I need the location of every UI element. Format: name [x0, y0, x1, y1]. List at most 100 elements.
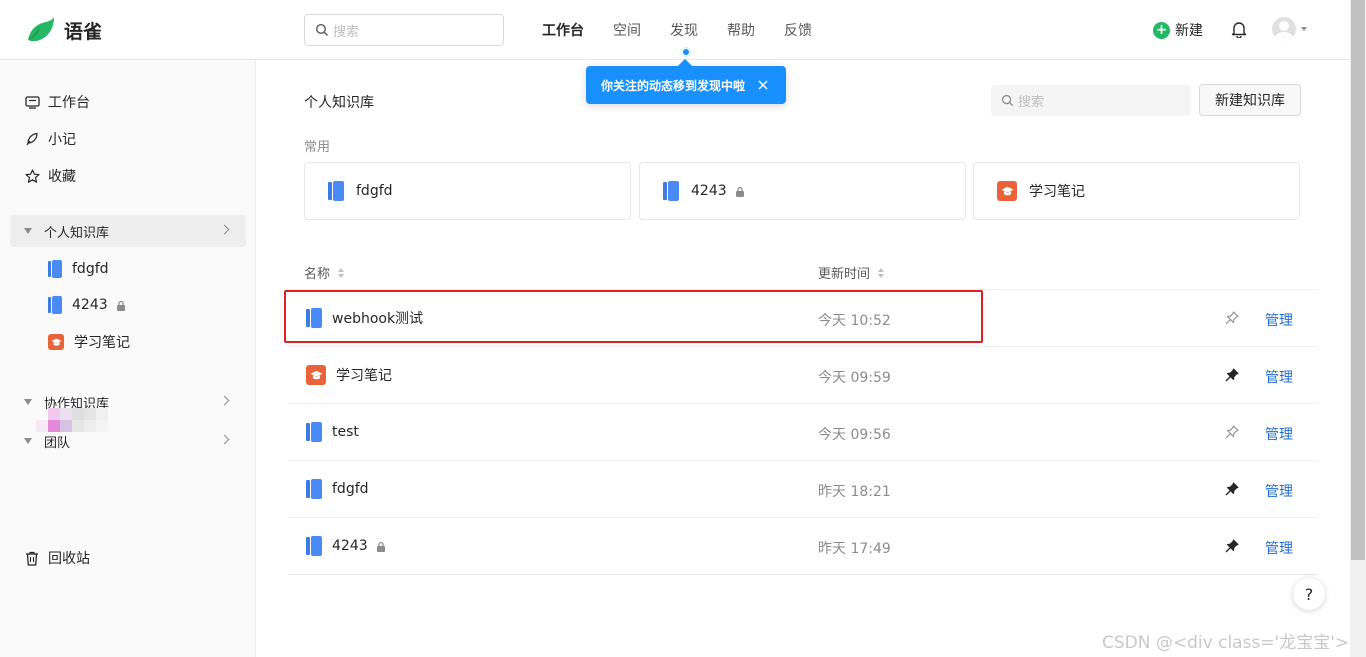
- scrollbar-thumb[interactable]: [1351, 0, 1365, 560]
- sidebar-item-notes[interactable]: 小记: [24, 129, 76, 149]
- feather-icon: [26, 132, 38, 146]
- row-updated-time: 昨天 17:49: [818, 541, 891, 557]
- close-icon[interactable]: [756, 78, 770, 92]
- star-icon: [24, 168, 40, 183]
- tooltip-text: 你关注的动态移到发现中啦: [601, 78, 746, 93]
- column-label: 名称: [304, 267, 331, 282]
- sidebar-kb-study-notes[interactable]: 学习笔记: [48, 332, 130, 352]
- manage-link[interactable]: 管理: [1265, 310, 1293, 330]
- row-name-link[interactable]: fdgfd: [306, 479, 369, 499]
- trash-icon: [26, 551, 38, 566]
- row-name: test: [332, 424, 359, 440]
- row-name: fdgfd: [332, 481, 369, 497]
- nav-discover[interactable]: 发现: [670, 20, 698, 40]
- top-search-input[interactable]: 搜索: [304, 14, 504, 46]
- sidebar-kb-label: 4243: [72, 297, 108, 313]
- graduation-cap-icon: [48, 334, 64, 350]
- sidebar-item-trash[interactable]: 回收站: [24, 548, 90, 568]
- top-header: 语雀 搜索 工作台 空间 发现 帮助 反馈 + 新建: [0, 0, 1350, 60]
- sidebar-item-label: 收藏: [48, 169, 76, 185]
- row-updated-time: 今天 09:56: [818, 427, 891, 443]
- sidebar-kb-fdgfd[interactable]: fdgfd: [48, 260, 109, 278]
- table-row: 学习笔记 今天 09:59 管理: [288, 346, 1318, 403]
- blurred-team-avatar: [36, 408, 132, 434]
- row-name-link[interactable]: 学习笔记: [306, 365, 392, 385]
- caret-down-icon: [24, 399, 32, 405]
- new-button[interactable]: + 新建: [1153, 20, 1203, 40]
- graduation-cap-icon: [306, 365, 326, 385]
- pin-filled-icon[interactable]: [1224, 481, 1240, 497]
- lock-icon: [735, 186, 744, 197]
- sidebar-item-workbench[interactable]: 工作台: [24, 92, 90, 112]
- column-header-name[interactable]: 名称: [304, 263, 345, 282]
- common-card-study-notes[interactable]: 学习笔记: [973, 162, 1300, 220]
- sort-icon: [338, 267, 345, 278]
- new-kb-button[interactable]: 新建知识库: [1199, 84, 1301, 116]
- manage-link[interactable]: 管理: [1265, 538, 1293, 558]
- nav-space[interactable]: 空间: [613, 20, 641, 40]
- manage-link[interactable]: 管理: [1265, 481, 1293, 501]
- caret-down-icon: [24, 228, 32, 234]
- sidebar-group-personal-kb[interactable]: 个人知识库: [10, 215, 246, 247]
- pin-filled-icon[interactable]: [1224, 367, 1240, 383]
- search-icon: [315, 23, 328, 36]
- help-button[interactable]: ?: [1293, 578, 1325, 610]
- table-row: fdgfd 昨天 18:21 管理: [288, 460, 1318, 517]
- column-label: 更新时间: [818, 267, 871, 282]
- common-card-fdgfd[interactable]: fdgfd: [304, 162, 631, 220]
- manage-link[interactable]: 管理: [1265, 424, 1293, 444]
- row-name-link[interactable]: test: [306, 422, 359, 442]
- sidebar-group-label: 团队: [44, 435, 71, 451]
- book-icon: [306, 422, 322, 442]
- new-button-label: 新建: [1175, 23, 1203, 39]
- nav-help[interactable]: 帮助: [727, 20, 755, 40]
- row-name: 学习笔记: [336, 368, 392, 384]
- table-bottom-divider: [288, 574, 1318, 575]
- row-updated-time: 今天 09:59: [818, 370, 891, 386]
- chevron-right-icon: [219, 224, 230, 235]
- book-icon: [48, 260, 62, 278]
- search-icon: [1001, 94, 1014, 107]
- red-highlight-box: [284, 290, 983, 343]
- plus-circle-icon: +: [1153, 21, 1170, 39]
- watermark: CSDN @<div class='龙宝宝'>: [1102, 633, 1350, 653]
- logo[interactable]: 语雀: [24, 14, 102, 46]
- pin-outline-icon[interactable]: [1224, 310, 1240, 326]
- kb-search-placeholder: 搜索: [1018, 95, 1045, 110]
- kb-search-input[interactable]: 搜索: [991, 85, 1191, 116]
- top-search-placeholder: 搜索: [333, 24, 360, 40]
- page-title: 个人知识库: [304, 95, 374, 111]
- table-row: test 今天 09:56 管理: [288, 403, 1318, 460]
- sidebar-item-favorites[interactable]: 收藏: [24, 166, 76, 186]
- manage-link[interactable]: 管理: [1265, 367, 1293, 387]
- row-name-link[interactable]: 4243: [306, 536, 386, 556]
- card-label: 4243: [691, 183, 727, 199]
- book-icon: [663, 181, 679, 201]
- sidebar-kb-4243[interactable]: 4243: [48, 296, 126, 314]
- common-section-label: 常用: [304, 140, 331, 155]
- book-icon: [48, 296, 62, 314]
- pin-filled-icon[interactable]: [1224, 538, 1240, 554]
- chevron-right-icon: [219, 395, 230, 406]
- app-name: 语雀: [64, 20, 103, 43]
- vertical-scrollbar[interactable]: [1350, 0, 1366, 657]
- caret-down-icon[interactable]: [1301, 27, 1307, 31]
- pin-outline-icon[interactable]: [1224, 424, 1240, 440]
- row-name: 4243: [332, 538, 368, 554]
- book-icon: [306, 479, 322, 499]
- column-header-updated[interactable]: 更新时间: [818, 263, 885, 282]
- nav-workbench[interactable]: 工作台: [542, 20, 584, 40]
- sidebar-kb-label: fdgfd: [72, 261, 109, 277]
- card-label: 学习笔记: [1029, 184, 1085, 200]
- user-avatar[interactable]: [1272, 17, 1296, 41]
- bell-icon[interactable]: [1231, 20, 1247, 38]
- nav-feedback[interactable]: 反馈: [784, 20, 812, 40]
- sidebar-kb-label: 学习笔记: [74, 335, 130, 351]
- card-label: fdgfd: [356, 183, 393, 199]
- sidebar-group-label: 个人知识库: [44, 225, 110, 241]
- common-card-4243[interactable]: 4243: [639, 162, 966, 220]
- sidebar: 工作台 小记 收藏 个人知识库 fdgfd 4243 学习笔记 协作知识库 团队: [0, 60, 256, 657]
- workbench-icon: [24, 95, 40, 109]
- book-icon: [328, 181, 344, 201]
- sidebar-item-label: 小记: [48, 132, 76, 148]
